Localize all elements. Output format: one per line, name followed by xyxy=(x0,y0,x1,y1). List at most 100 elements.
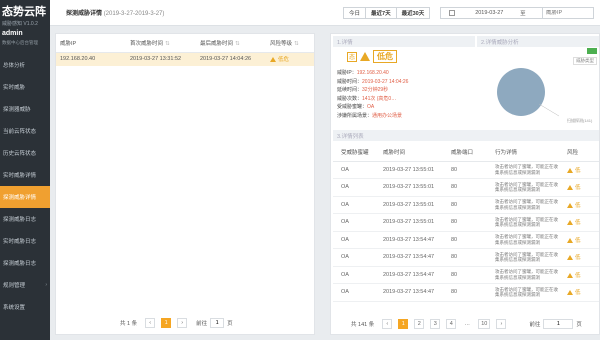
pager-page[interactable]: 10 xyxy=(478,319,491,329)
detail-field-key: 延续时间： xyxy=(337,87,363,93)
pager-page-1[interactable]: 1 xyxy=(161,318,172,328)
cell-time: 2019-03-27 13:55:01 xyxy=(375,213,443,232)
cell-time: 2019-03-27 13:54:47 xyxy=(375,231,443,249)
col-behavior[interactable]: 行为详情 xyxy=(487,143,559,162)
pager-total: 共 1 条 xyxy=(120,321,138,327)
table-row[interactable]: OA 2019-03-27 13:55:01 80 攻击者访问了蜜罐，可能正在收集系统… xyxy=(333,213,599,232)
pager-total: 共 141 条 xyxy=(351,322,375,328)
range-7days-button[interactable]: 最近7天 xyxy=(365,7,397,19)
right-pagination: 共 141 条 ‹ 1234 … 10 › 前往 页 xyxy=(351,319,582,329)
sidebar-item-0[interactable]: 总体分析 xyxy=(0,54,50,76)
pager-prev-button[interactable]: ‹ xyxy=(145,318,156,328)
cell-desc: 攻击者访问了蜜罐，可能正在收集系统信息或探测漏洞 xyxy=(487,178,559,197)
warning-icon xyxy=(567,237,573,243)
date-separator: 至 xyxy=(520,11,526,17)
pager-page[interactable]: 3 xyxy=(430,319,441,329)
detail-field-value: 141次 (高危0… xyxy=(362,95,397,102)
section-list-header: 3.详情列表 xyxy=(333,130,599,141)
table-row[interactable]: OA 2019-03-27 13:55:01 80 攻击者访问了蜜罐，可能正在收集系统… xyxy=(333,196,599,214)
pager-page[interactable]: 1 xyxy=(398,319,409,329)
col-risk-level[interactable]: 风险等级 ⇅ xyxy=(266,34,314,53)
table-row[interactable]: OA 2019-03-27 13:54:47 80 攻击者访问了蜜罐，可能正在收集系统… xyxy=(333,248,599,267)
user-name[interactable]: admin xyxy=(2,30,48,37)
threat-ip-search-input[interactable] xyxy=(546,10,593,16)
date-from[interactable]: 2019-03-27 xyxy=(475,10,503,16)
table-row[interactable]: OA 2019-03-27 13:55:01 80 攻击者访问了蜜罐，可能正在收集系统… xyxy=(333,161,599,179)
col-honeypot[interactable]: 受威胁蜜罐 xyxy=(333,143,375,162)
col-threat-time[interactable]: 威胁时间 xyxy=(375,143,443,162)
pager-goto-label: 前往 xyxy=(529,322,541,328)
cell-last-time: 2019-03-27 14:04:26 xyxy=(196,52,266,66)
pager-goto-input[interactable] xyxy=(210,318,225,328)
pie-legend: 扫描探测(141) xyxy=(567,118,593,123)
pager-prev-button[interactable]: ‹ xyxy=(382,319,393,329)
pager-page[interactable]: 2 xyxy=(414,319,425,329)
pager-next-button[interactable]: › xyxy=(496,319,507,329)
sidebar-item-11[interactable]: 系统设置 xyxy=(0,296,50,318)
range-today-button[interactable]: 今日 xyxy=(343,7,367,19)
sidebar-item-9[interactable]: 探测威胁日志 xyxy=(0,252,50,274)
detail-field-key: 受威胁蜜罐： xyxy=(337,104,368,110)
cell-port: 80 xyxy=(443,196,487,214)
sidebar-item-2[interactable]: 探测器威胁 xyxy=(0,98,50,120)
sidebar-item-4[interactable]: 历史云阵状态 xyxy=(0,142,50,164)
sidebar-item-label: 探测威胁日志 xyxy=(3,261,37,267)
cell-time: 2019-03-27 13:55:01 xyxy=(375,178,443,197)
sidebar-item-3[interactable]: 当前云阵状态 xyxy=(0,120,50,142)
sidebar-item-1[interactable]: 实时威胁 xyxy=(0,76,50,98)
sidebar-item-10[interactable]: 规则管理 › xyxy=(0,274,50,296)
threat-type-pie: 威胁类型 扫描探测(141) xyxy=(477,46,599,128)
sidebar-item-8[interactable]: 实时威胁日志 xyxy=(0,230,50,252)
cell-honeypot: OA xyxy=(333,283,375,302)
sidebar-item-label: 实时威胁日志 xyxy=(3,239,37,245)
pie-slice-scan xyxy=(497,68,545,116)
risk-level-label: 低危 xyxy=(373,50,397,63)
detail-field-value: 192.168.20.40 xyxy=(356,70,389,76)
table-row[interactable]: OA 2019-03-27 13:54:47 80 攻击者访问了蜜罐，可能正在收集系统… xyxy=(333,283,599,302)
pager-goto-input[interactable] xyxy=(543,319,574,329)
detail-field-key: 威胁IP： xyxy=(337,70,357,76)
sidebar-item-6[interactable]: 探测威胁详情 xyxy=(0,186,50,208)
cell-honeypot: OA xyxy=(333,231,375,249)
detail-field: 延续时间：32分钟29秒 xyxy=(333,86,473,95)
cell-desc: 攻击者访问了蜜罐，可能正在收集系统信息或探测漏洞 xyxy=(487,161,559,179)
detail-field: 威胁IP：192.168.20.40 xyxy=(333,69,473,78)
cell-desc: 攻击者访问了蜜罐，可能正在收集系统信息或探测漏洞 xyxy=(487,196,559,214)
col-risk[interactable]: 风险 xyxy=(559,143,599,162)
sidebar-item-label: 总体分析 xyxy=(3,63,26,69)
cell-desc: 攻击者访问了蜜罐，可能正在收集系统信息或探测漏洞 xyxy=(487,231,559,249)
table-row[interactable]: OA 2019-03-27 13:54:47 80 攻击者访问了蜜罐，可能正在收集系统… xyxy=(333,266,599,284)
detail-field-value: 2019-03-27 14:04:26 xyxy=(362,78,409,85)
warning-icon xyxy=(360,52,370,61)
warning-icon xyxy=(270,57,276,63)
brand-title: 态势云阵 xyxy=(2,6,46,18)
cell-port: 80 xyxy=(443,248,487,267)
cell-time: 2019-03-27 13:55:01 xyxy=(375,161,443,179)
sidebar-item-label: 历史云阵状态 xyxy=(3,151,37,157)
cell-honeypot: OA xyxy=(333,196,375,214)
search-box[interactable] xyxy=(542,7,594,19)
col-threat-port[interactable]: 威胁端口 xyxy=(443,143,487,162)
sidebar-item-label: 探测器威胁 xyxy=(3,107,31,113)
pager-page: … xyxy=(464,321,470,327)
col-first-time[interactable]: 首次威胁时间 ⇅ xyxy=(126,34,196,53)
pager-next-button[interactable]: › xyxy=(177,318,188,328)
cell-honeypot: OA xyxy=(333,161,375,179)
range-30days-button[interactable]: 最近30天 xyxy=(395,7,431,19)
col-last-time[interactable]: 最后威胁时间 ⇅ xyxy=(196,34,266,53)
table-row[interactable]: OA 2019-03-27 13:55:01 80 攻击者访问了蜜罐，可能正在收集系统… xyxy=(333,178,599,197)
pager-page[interactable]: 4 xyxy=(446,319,457,329)
sidebar-item-5[interactable]: 实时威胁详情 xyxy=(0,164,50,186)
risk-text: 低 xyxy=(575,255,581,262)
threat-detail-panel: 1.详情 2.详情威胁分析 态 低危 威胁IP：192.168.20.40 威胁时… xyxy=(330,33,600,335)
warning-icon xyxy=(567,185,573,191)
user-subtitle: 数据中心后台管理 xyxy=(2,40,38,45)
table-row[interactable]: OA 2019-03-27 13:54:47 80 攻击者访问了蜜罐，可能正在收集系统… xyxy=(333,231,599,249)
cell-desc: 攻击者访问了蜜罐，可能正在收集系统信息或探测漏洞 xyxy=(487,283,559,302)
warning-icon xyxy=(567,255,573,261)
table-row[interactable]: 192.168.20.40 2019-03-27 13:31:52 2019-0… xyxy=(56,52,314,66)
cell-port: 80 xyxy=(443,178,487,197)
col-threat-ip[interactable]: 威胁IP xyxy=(56,34,126,53)
threat-ip-list-panel: 威胁IP 首次威胁时间 ⇅ 最后威胁时间 ⇅ 风险等级 ⇅ 192.168.20.40… xyxy=(55,33,315,335)
sidebar-item-7[interactable]: 探测威胁日志 xyxy=(0,208,50,230)
